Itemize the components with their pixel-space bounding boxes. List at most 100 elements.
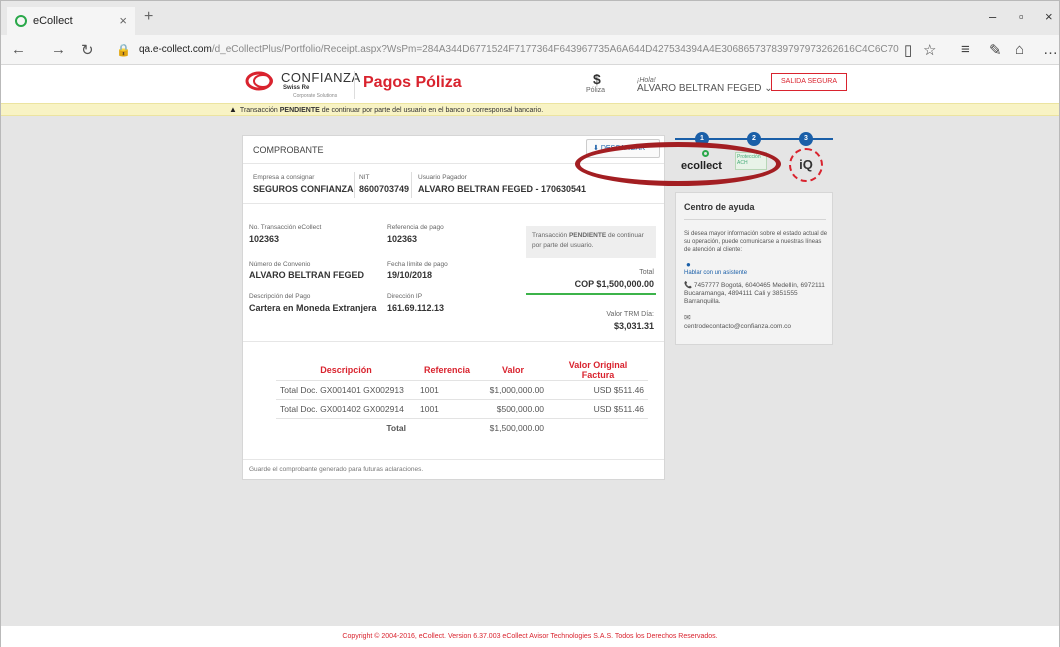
- refresh-icon[interactable]: ↻: [81, 41, 94, 59]
- url-path: /d_eCollectPlus/Portfolio/Receipt.aspx?W…: [211, 44, 899, 55]
- divider: [411, 172, 412, 198]
- nit-label: NIT: [359, 174, 370, 181]
- referencia-label: Referencia de pago: [387, 224, 444, 231]
- favorite-star-icon[interactable]: ☆: [923, 41, 936, 59]
- reading-view-icon[interactable]: ▯: [904, 41, 912, 59]
- cell-referencia: 1001: [416, 399, 479, 419]
- pagador-value: ALVARO BELTRAN FEGED - 170630541: [418, 184, 587, 194]
- table-row: Total Doc. GX001401 GX002913 1001 $1,000…: [276, 380, 649, 400]
- ip-label: Dirección IP: [387, 293, 423, 300]
- cell-empty: [416, 418, 479, 438]
- new-tab-button[interactable]: +: [144, 8, 153, 26]
- back-icon[interactable]: ←: [11, 41, 26, 58]
- phone-lines: 📞 7457777 Bogotá, 6040465 Medellín, 6972…: [684, 282, 825, 305]
- url-host: qa.e-collect.com: [139, 44, 212, 55]
- transaccion-label: No. Transacción eCollect: [249, 224, 322, 231]
- logo-subtext-2: Corporate Solutions: [293, 93, 338, 99]
- chat-icon[interactable]: ●: [686, 260, 691, 269]
- ecollect-favicon-icon: [15, 15, 27, 27]
- tab-bar: eCollect × + – ▫ ×: [1, 1, 1059, 35]
- close-window-button[interactable]: ×: [1045, 9, 1053, 24]
- cell-valor-original: USD $511.46: [548, 399, 649, 419]
- table-total-row: Total $1,500,000.00: [276, 418, 649, 438]
- confianza-logo-icon: [245, 71, 273, 91]
- pagador-label: Usuario Pagador: [418, 174, 467, 181]
- divider: [684, 219, 826, 220]
- cell-valor: $500,000.00: [478, 399, 549, 419]
- user-name: ALVARO BELTRAN FEGED: [637, 83, 762, 94]
- logo-text: CONFIANZA: [281, 70, 361, 85]
- trm-label: Valor TRM Día:: [606, 311, 654, 318]
- cell-valor-original: USD $511.46: [548, 380, 649, 400]
- pending-status-box: Transacción PENDIENTE de continuar por p…: [526, 226, 656, 258]
- lock-icon: 🔒: [116, 43, 131, 57]
- col-header-descripcion: Descripción: [320, 365, 372, 375]
- poliza-link[interactable]: Póliza: [586, 87, 605, 94]
- tab-title: eCollect: [33, 15, 73, 27]
- cell-descripcion: Total Doc. GX001402 GX002914: [276, 399, 416, 419]
- copyright-footer: Copyright © 2004-2016, eCollect. Version…: [1, 626, 1059, 647]
- highlight-annotation: [575, 142, 781, 186]
- nit-value: 8600703749: [359, 184, 410, 194]
- chat-assistant-link[interactable]: Hablar con un asistente: [684, 270, 747, 276]
- address-bar: ← → ↻ 🔒 qa.e-collect.com/d_eCollectPlus/…: [1, 35, 1059, 65]
- divider: [354, 172, 355, 198]
- contact-email-link[interactable]: centrodecontacto@confianza.com.co: [684, 323, 791, 330]
- alert-text: de continuar por parte del usuario en el…: [319, 107, 544, 114]
- col-header-valor: Valor: [502, 365, 525, 375]
- url-field[interactable]: qa.e-collect.com/d_eCollectPlus/Portfoli…: [139, 44, 899, 55]
- referencia-value: 102363: [387, 234, 418, 244]
- warning-icon: ▲: [229, 105, 237, 114]
- receipt-title: COMPROBANTE: [253, 145, 324, 155]
- descripcion-value: Cartera en Moneda Extranjera: [249, 303, 377, 313]
- dollar-icon[interactable]: $: [593, 71, 601, 87]
- logo-subtext: Swiss Re: [283, 85, 310, 91]
- header-divider: [354, 71, 355, 99]
- site-header: CONFIANZA Swiss Re Corporate Solutions P…: [1, 65, 1059, 103]
- alert-status: PENDIENTE: [279, 107, 320, 114]
- empresa-value: SEGUROS CONFIANZA: [253, 184, 354, 194]
- table-row: Total Doc. GX001402 GX002914 1001 $500,0…: [276, 399, 649, 419]
- pending-status: PENDIENTE: [568, 232, 607, 239]
- more-icon[interactable]: …: [1043, 41, 1058, 58]
- alert-prefix: Transacción: [239, 107, 280, 114]
- user-menu[interactable]: ALVARO BELTRAN FEGED ⌄: [637, 83, 773, 94]
- mail-icon: ✉: [684, 313, 691, 322]
- browser-tab[interactable]: eCollect ×: [7, 7, 135, 35]
- pending-prefix: Transacción: [532, 232, 569, 239]
- cell-referencia: 1001: [416, 380, 479, 400]
- receipt-items-section: Descripción Referencia Valor Valor Origi…: [243, 342, 664, 460]
- col-header-valor-original: Valor Original Factura: [568, 360, 628, 380]
- help-title: Centro de ayuda: [684, 202, 755, 212]
- secure-logout-button[interactable]: SALIDA SEGURA: [771, 73, 847, 91]
- share-icon[interactable]: ⌂: [1015, 41, 1024, 58]
- pending-alert: ▲ Transacción PENDIENTE de continuar por …: [1, 103, 1059, 116]
- web-note-icon[interactable]: ✎: [989, 41, 1002, 59]
- convenio-label: Número de Convenio: [249, 261, 311, 268]
- total-row-label: Total: [276, 418, 416, 438]
- step-2: 2: [747, 132, 761, 146]
- cell-descripcion: Total Doc. GX001401 GX002913: [276, 380, 416, 400]
- empresa-label: Empresa a consignar: [253, 174, 315, 181]
- page-title: Pagos Póliza: [363, 74, 462, 91]
- receipt-details-section: No. Transacción eCollect 102363 Referenc…: [243, 204, 664, 342]
- ip-value: 161.69.112.13: [387, 303, 445, 313]
- col-header-referencia: Referencia: [424, 365, 471, 375]
- total-label: Total: [639, 269, 654, 276]
- maximize-button[interactable]: ▫: [1019, 9, 1024, 24]
- convenio-value: ALVARO BELTRAN FEGED: [249, 270, 364, 280]
- forward-icon[interactable]: →: [51, 41, 66, 58]
- iq-pci-logo: iQ: [789, 148, 823, 182]
- close-tab-icon[interactable]: ×: [119, 13, 127, 28]
- hub-icon[interactable]: ≡: [961, 41, 970, 58]
- minimize-button[interactable]: –: [989, 9, 996, 24]
- table-header-row: Descripción Referencia Valor Valor Origi…: [276, 360, 648, 381]
- receipt-card: COMPROBANTE ⬇ DESCARGAR Empresa a consig…: [242, 135, 665, 480]
- help-description: Si desea mayor información sobre el esta…: [684, 231, 828, 253]
- help-center-panel: Centro de ayuda Si desea mayor informaci…: [675, 192, 833, 345]
- transaccion-value: 102363: [249, 234, 280, 244]
- browser-window: eCollect × + – ▫ × ← → ↻ 🔒 qa.e-collect.…: [0, 0, 1060, 647]
- descripcion-label: Descripción del Pago: [249, 293, 311, 300]
- cell-valor: $1,000,000.00: [478, 380, 549, 400]
- items-table: Descripción Referencia Valor Valor Origi…: [276, 360, 649, 438]
